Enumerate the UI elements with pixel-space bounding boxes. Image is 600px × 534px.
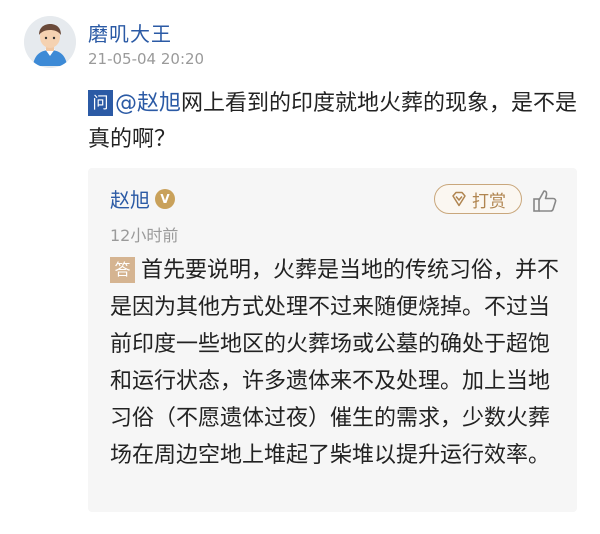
gem-icon xyxy=(452,191,466,207)
answer-body: 答首先要说明，火葬是当地的传统习俗，并不是因为其他方式处理不过来随便烧掉。不过当… xyxy=(110,252,560,474)
answer-text: 首先要说明，火葬是当地的传统习俗，并不是因为其他方式处理不过来随便烧掉。不过当前… xyxy=(110,258,560,468)
question: 问 @赵旭网上看到的印度就地火葬的现象，是不是真的啊？ xyxy=(88,86,578,158)
reward-label: 打赏 xyxy=(472,191,506,212)
answer-timestamp: 12小时前 xyxy=(110,226,179,245)
mention-link[interactable]: @赵旭 xyxy=(115,91,181,116)
user-name[interactable]: 磨叽大王 xyxy=(88,18,172,47)
post-timestamp: 21-05-04 20:20 xyxy=(88,50,205,68)
answer-card: 赵旭 V 打赏 12小时前 答首先要说明，火葬是当地的传统习俗，并不是因为其他方… xyxy=(88,168,577,512)
avatar[interactable] xyxy=(24,16,76,68)
user-avatar-icon xyxy=(24,16,76,68)
question-badge: 问 xyxy=(88,90,113,116)
thumbs-up-icon[interactable] xyxy=(532,188,558,214)
answer-badge: 答 xyxy=(110,257,135,283)
verified-icon: V xyxy=(155,189,175,209)
reward-button[interactable]: 打赏 xyxy=(434,184,522,214)
answerer-name[interactable]: 赵旭 xyxy=(110,184,150,213)
